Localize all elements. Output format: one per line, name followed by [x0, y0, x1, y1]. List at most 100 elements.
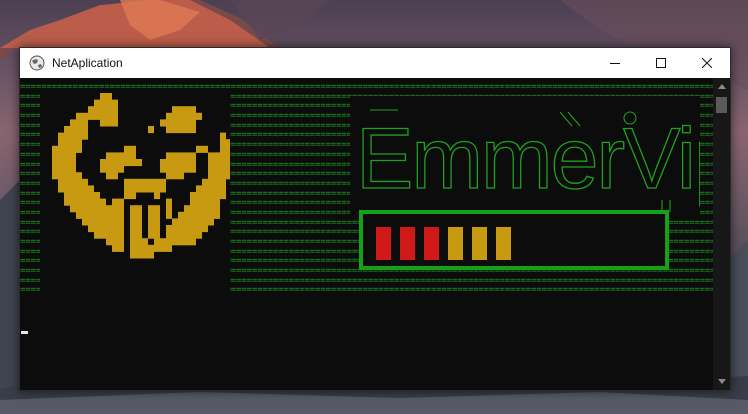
- panda-pixel: [178, 225, 184, 233]
- panda-pixel: [136, 251, 142, 259]
- panda-pixel: [100, 93, 106, 101]
- panda-pixel: [196, 218, 202, 226]
- window-title: NetAplication: [52, 56, 123, 70]
- panda-pixel: [88, 218, 94, 226]
- panda-pixel: [64, 126, 70, 134]
- panda-pixel: [58, 165, 64, 173]
- panda-pixel: [58, 159, 64, 167]
- panda-pixel: [184, 126, 190, 134]
- panda-pixel: [208, 205, 214, 213]
- panda-pixel: [226, 165, 230, 173]
- panda-pixel: [214, 211, 220, 219]
- panda-pixel: [178, 172, 184, 180]
- panda-pixel: [64, 172, 70, 180]
- panda-pixel: [196, 145, 202, 153]
- panda-pixel: [82, 198, 88, 206]
- panda-pixel: [106, 238, 112, 246]
- panda-pixel: [178, 211, 184, 219]
- panda-pixel: [136, 231, 142, 239]
- panda-pixel: [136, 178, 142, 186]
- panda-pixel: [82, 218, 88, 226]
- scroll-up-button[interactable]: [713, 78, 730, 95]
- panda-pixel: [196, 211, 202, 219]
- panda-pixel: [166, 152, 172, 160]
- panda-pixel: [106, 205, 112, 213]
- panda-pixel: [58, 132, 64, 140]
- panda-pixel: [178, 165, 184, 173]
- panda-pixel: [118, 244, 124, 252]
- scrollbar-thumb[interactable]: [716, 97, 727, 113]
- panda-pixel: [190, 205, 196, 213]
- panda-pixel: [112, 231, 118, 239]
- panda-pixel: [130, 192, 136, 200]
- panda-pixel: [172, 152, 178, 160]
- panda-pixel: [202, 145, 208, 153]
- panda-pixel: [130, 231, 136, 239]
- panda-pixel: [226, 172, 230, 180]
- console-output[interactable]: ========================================…: [20, 78, 713, 390]
- panda-pixel: [52, 145, 58, 153]
- panda-pixel: [178, 152, 184, 160]
- panda-pixel: [70, 172, 76, 180]
- panda-pixel: [154, 231, 160, 239]
- panda-pixel: [94, 112, 100, 120]
- panda-pixel: [70, 139, 76, 147]
- panda-pixel: [190, 119, 196, 127]
- panda-pixel: [70, 119, 76, 127]
- panda-pixel: [112, 99, 118, 107]
- panda-pixel: [118, 238, 124, 246]
- panda-pixel: [208, 185, 214, 193]
- separator-line: ========================================…: [20, 83, 713, 92]
- panda-pixel: [64, 192, 70, 200]
- panda-pixel: [166, 225, 172, 233]
- panda-pixel: [178, 126, 184, 134]
- panda-pixel: [130, 244, 136, 252]
- panda-pixel: [208, 178, 214, 186]
- panda-pixel: [172, 165, 178, 173]
- panda-pixel: [94, 225, 100, 233]
- maximize-button[interactable]: [638, 48, 684, 78]
- panda-pixel: [178, 159, 184, 167]
- panda-pixel: [196, 112, 202, 120]
- scroll-down-button[interactable]: [713, 373, 730, 390]
- panda-pixel: [130, 145, 136, 153]
- panda-pixel: [190, 159, 196, 167]
- vertical-scrollbar[interactable]: [713, 78, 730, 390]
- panda-pixel: [190, 211, 196, 219]
- panda-pixel: [166, 126, 172, 134]
- panda-pixel: [100, 165, 106, 173]
- panda-pixel: [208, 218, 214, 226]
- panda-pixel: [190, 238, 196, 246]
- close-button[interactable]: [684, 48, 730, 78]
- panda-pixel: [82, 205, 88, 213]
- title-bar[interactable]: NetAplication: [20, 48, 730, 78]
- panda-pixel: [178, 112, 184, 120]
- panda-pixel: [70, 165, 76, 173]
- panda-pixel: [220, 192, 226, 200]
- panda-pixel: [214, 198, 220, 206]
- panda-pixel: [70, 159, 76, 167]
- panda-pixel: [76, 145, 82, 153]
- panda-pixel: [226, 145, 230, 153]
- panda-pixel: [76, 132, 82, 140]
- panda-pixel: [226, 159, 230, 167]
- panda-pixel: [106, 231, 112, 239]
- panda-pixel: [196, 231, 202, 239]
- panda-pixel: [70, 178, 76, 186]
- panda-pixel: [184, 218, 190, 226]
- panda-pixel: [76, 211, 82, 219]
- panda-pixel: [196, 225, 202, 233]
- panda-pixel: [154, 225, 160, 233]
- panda-pixel: [220, 152, 226, 160]
- panda-pixel: [148, 211, 154, 219]
- panda-pixel: [106, 165, 112, 173]
- panda-pixel: [184, 119, 190, 127]
- minimize-button[interactable]: [592, 48, 638, 78]
- panda-pixel: [220, 165, 226, 173]
- panda-pixel: [118, 218, 124, 226]
- panda-pixel: [106, 218, 112, 226]
- panda-pixel: [190, 218, 196, 226]
- panda-pixel: [136, 185, 142, 193]
- panda-pixel: [76, 178, 82, 186]
- panda-pixel: [130, 205, 136, 213]
